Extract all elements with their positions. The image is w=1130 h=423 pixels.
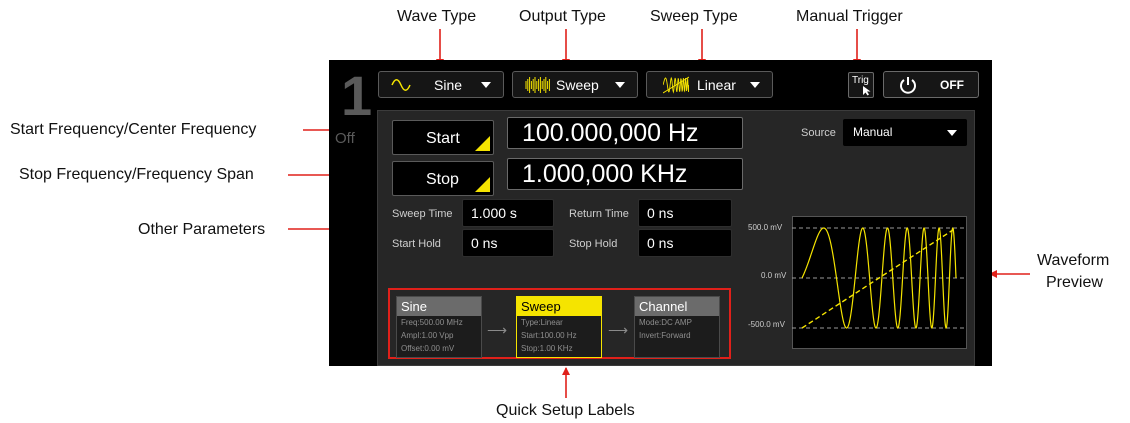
chevron-down-icon	[750, 82, 760, 88]
quick-setup-channel-line: Invert:Forward	[639, 331, 691, 340]
start-button[interactable]: Start	[392, 120, 494, 155]
power-state-label: OFF	[940, 78, 964, 92]
sine-wave-icon	[391, 79, 411, 91]
quick-setup-group: Sine Freq:500.00 MHz Ampl:1.00 Vpp Offse…	[388, 288, 731, 359]
sweep-time-label: Sweep Time	[392, 208, 453, 220]
sweep-time-field[interactable]: 1.000 s	[462, 199, 554, 227]
quick-setup-sweep-line: Start:100.00 Hz	[521, 331, 577, 340]
chevron-down-icon	[615, 82, 625, 88]
y-label-mid: 0.0 mV	[761, 271, 787, 280]
manual-trigger-button[interactable]: Trig	[848, 72, 874, 98]
stop-button[interactable]: Stop	[392, 161, 494, 196]
source-dropdown[interactable]: Manual	[843, 119, 967, 146]
quick-setup-sine-title: Sine	[397, 297, 481, 316]
sweep-wave-icon	[525, 77, 550, 93]
source-label: Source	[801, 127, 836, 139]
quick-setup-sweep-title: Sweep	[517, 297, 601, 316]
quick-setup-sweep-line: Type:Linear	[521, 318, 563, 327]
y-label-bottom: -500.0 mV	[748, 320, 785, 329]
y-label-top: 500.0 mV	[748, 223, 783, 232]
stop-button-label: Stop	[426, 171, 459, 188]
arrow-right-icon: ⟶	[608, 322, 629, 338]
sweep-type-value: Linear	[697, 77, 736, 93]
wave-type-value: Sine	[434, 77, 463, 93]
start-hold-label: Start Hold	[392, 238, 441, 250]
arrow-right-icon: ⟶	[487, 322, 508, 338]
sweep-type-dropdown[interactable]: Linear	[646, 71, 773, 98]
power-icon	[900, 77, 916, 94]
quick-setup-sine-line: Ampl:1.00 Vpp	[401, 331, 454, 340]
source-value: Manual	[853, 125, 893, 139]
sweep-settings-panel: Start 100.000,000 Hz Stop 1.000,000 KHz …	[377, 110, 975, 366]
softkey-corner-icon	[475, 177, 490, 192]
wave-type-dropdown[interactable]: Sine	[378, 71, 504, 98]
channel-number: 1	[341, 64, 373, 127]
instrument-panel: 1 Off Sine Sweep Linear Trig OFF Start 1…	[329, 60, 992, 366]
stop-hold-label: Stop Hold	[569, 238, 618, 250]
quick-setup-sine-line: Offset:0.00 mV	[401, 344, 455, 353]
chevron-down-icon	[947, 130, 957, 136]
cursor-icon	[863, 86, 871, 96]
waveform-plot	[792, 216, 967, 349]
linear-sweep-icon	[663, 76, 689, 94]
softkey-corner-icon	[475, 136, 490, 151]
quick-setup-sweep[interactable]: Sweep Type:Linear Start:100.00 Hz Stop:1…	[516, 296, 602, 358]
stop-hold-field[interactable]: 0 ns	[638, 229, 732, 257]
output-power-button[interactable]: OFF	[883, 71, 979, 98]
output-type-dropdown[interactable]: Sweep	[512, 71, 638, 98]
quick-setup-sweep-line: Stop:1.00 KHz	[521, 344, 573, 353]
channel-state: Off	[335, 130, 355, 147]
stop-frequency-field[interactable]: 1.000,000 KHz	[507, 158, 743, 190]
quick-setup-sine-line: Freq:500.00 MHz	[401, 318, 463, 327]
return-time-field[interactable]: 0 ns	[638, 199, 732, 227]
waveform-preview: 500.0 mV 0.0 mV -500.0 mV	[748, 214, 973, 364]
quick-setup-channel-line: Mode:DC AMP	[639, 318, 692, 327]
start-button-label: Start	[426, 130, 460, 147]
quick-setup-sine[interactable]: Sine Freq:500.00 MHz Ampl:1.00 Vpp Offse…	[396, 296, 482, 358]
chevron-down-icon	[481, 82, 491, 88]
quick-setup-channel-title: Channel	[635, 297, 719, 316]
quick-setup-channel[interactable]: Channel Mode:DC AMP Invert:Forward	[634, 296, 720, 358]
start-frequency-field[interactable]: 100.000,000 Hz	[507, 117, 743, 149]
return-time-label: Return Time	[569, 208, 629, 220]
start-hold-field[interactable]: 0 ns	[462, 229, 554, 257]
output-type-value: Sweep	[556, 77, 599, 93]
